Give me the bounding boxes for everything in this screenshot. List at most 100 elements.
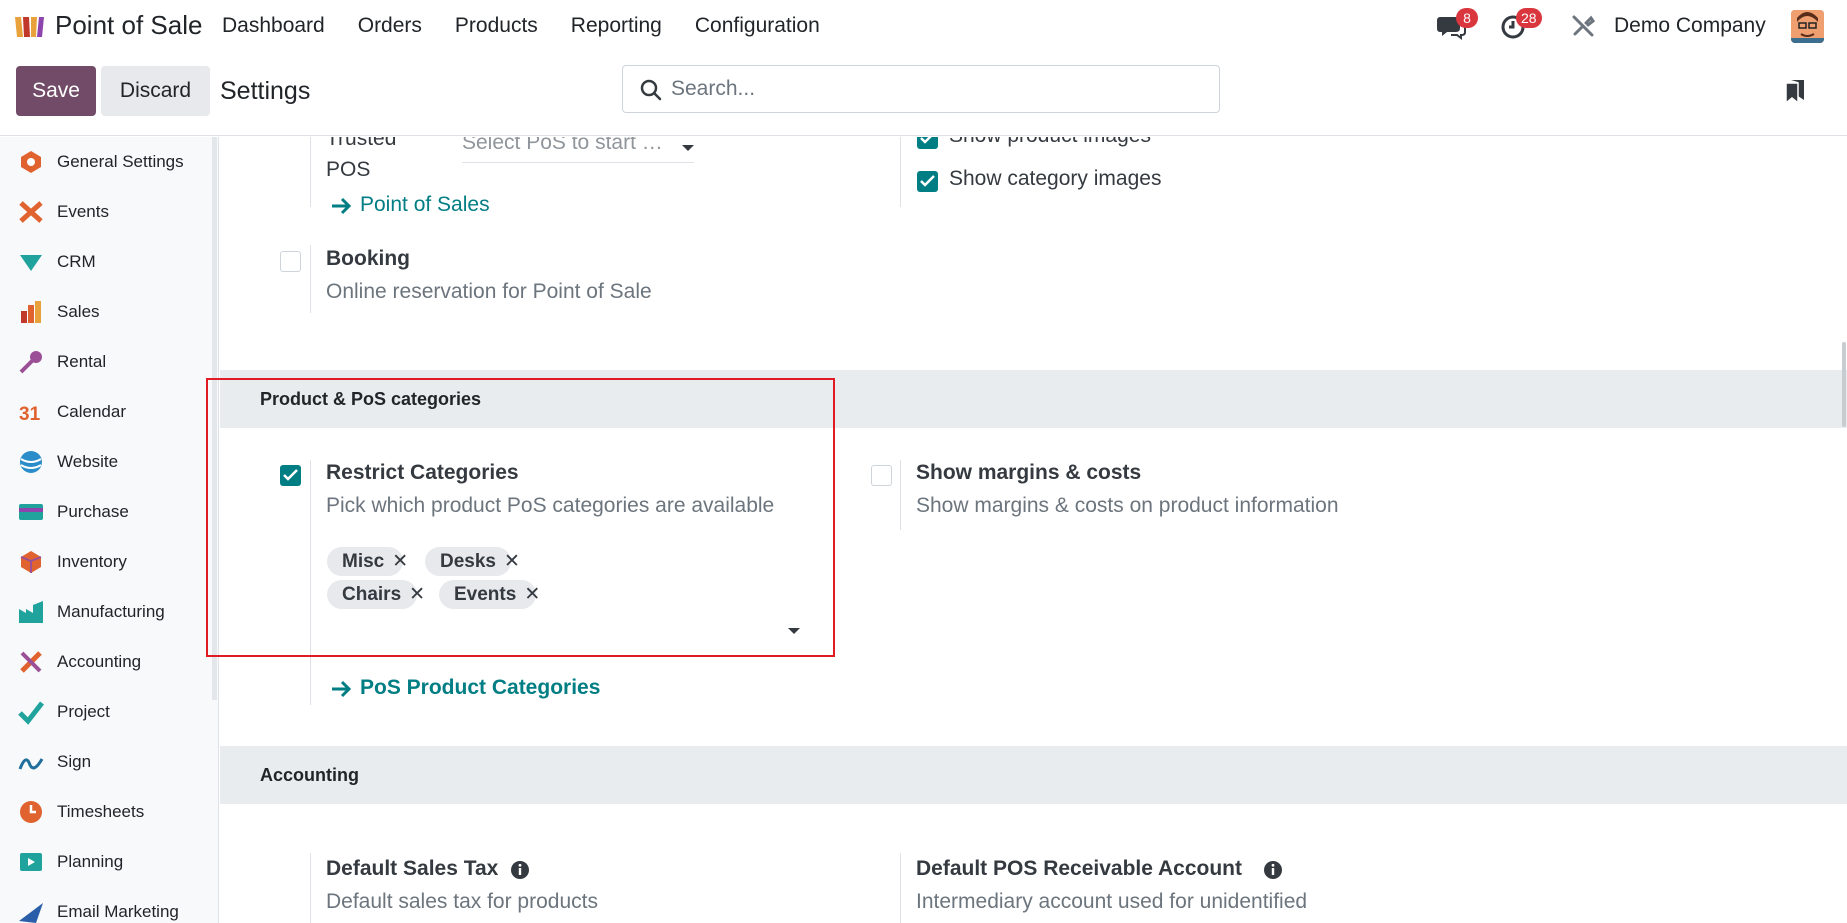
sidebar-item-planning[interactable]: Planning [0, 837, 210, 887]
sidebar-item-general-settings[interactable]: General Settings [0, 137, 210, 187]
purchase-icon [19, 504, 43, 520]
show-margins-description: Show margins & costs on product informat… [916, 494, 1339, 517]
search-input[interactable] [671, 74, 1201, 104]
remove-tag-icon[interactable]: ✕ [524, 583, 540, 606]
sidebar-item-website[interactable]: Website [0, 437, 210, 487]
remove-tag-icon[interactable]: ✕ [392, 550, 408, 573]
rental-icon [19, 351, 42, 374]
info-icon[interactable] [1263, 860, 1283, 880]
search-icon [640, 79, 662, 101]
sidebar-item-sales[interactable]: Sales [0, 287, 210, 337]
manufacturing-icon [19, 601, 43, 623]
sidebar-item-label: Purchase [57, 502, 129, 521]
company-switcher[interactable]: Demo Company [1614, 14, 1766, 38]
info-icon[interactable] [510, 860, 530, 880]
sidebar-item-sign[interactable]: Sign [0, 737, 210, 787]
arrow-right-icon [332, 680, 352, 698]
search-box[interactable] [622, 65, 1220, 113]
setting-divider [310, 245, 311, 313]
general-settings-icon [21, 151, 41, 173]
arrow-right-icon [332, 197, 352, 215]
restrict-categories-title: Restrict Categories [326, 461, 519, 484]
debug-tools-icon[interactable] [1571, 14, 1595, 38]
menu-products[interactable]: Products [455, 14, 538, 38]
booking-checkbox[interactable] [280, 251, 301, 272]
sign-icon [18, 758, 44, 770]
app-name[interactable]: Point of Sale [55, 10, 202, 41]
show-margins-checkbox[interactable] [871, 465, 892, 486]
top-navbar: Point of Sale Dashboard Orders Products … [0, 0, 1847, 52]
sidebar-item-label: Calendar [57, 402, 126, 421]
menu-dashboard[interactable]: Dashboard [222, 14, 325, 38]
section-header-accounting: Accounting [220, 746, 1847, 804]
sidebar-item-label: General Settings [57, 152, 184, 171]
sidebar-item-label: Website [57, 452, 119, 471]
sidebar-item-inventory[interactable]: Inventory [0, 537, 210, 587]
messages-badge: 8 [1456, 8, 1478, 28]
user-avatar[interactable] [1791, 10, 1824, 43]
page-title: Settings [220, 77, 311, 105]
sidebar-item-project[interactable]: Project [0, 687, 210, 737]
trusted-pos-select[interactable]: Select PoS to start … [462, 137, 694, 163]
section-header-categories: Product & PoS categories [220, 370, 1847, 428]
sidebar-item-label: Sales [57, 302, 100, 321]
website-icon [20, 451, 42, 473]
sidebar-item-manufacturing[interactable]: Manufacturing [0, 587, 210, 637]
category-tag-label: Events [454, 583, 517, 605]
sidebar-item-crm[interactable]: CRM [0, 237, 210, 287]
show-product-images-checkbox[interactable] [917, 137, 938, 149]
point-of-sales-link[interactable]: Point of Sales [360, 193, 490, 217]
category-tag: Misc ✕ [327, 547, 408, 576]
category-tag: Desks ✕ [425, 547, 520, 576]
menu-orders[interactable]: Orders [358, 14, 422, 38]
section-title-accounting: Accounting [260, 765, 359, 785]
timesheets-icon [20, 801, 42, 823]
sidebar-item-purchase[interactable]: Purchase [0, 487, 210, 537]
menu-configuration[interactable]: Configuration [695, 14, 820, 38]
activities-button[interactable]: 28 [1500, 0, 1550, 52]
settings-content: Trusted POS Select PoS to start … Point … [220, 137, 1847, 923]
control-panel: Save Discard Settings [0, 52, 1847, 136]
remove-tag-icon[interactable]: ✕ [409, 583, 425, 606]
sidebar-item-timesheets[interactable]: Timesheets [0, 787, 210, 837]
setting-divider [310, 853, 311, 923]
remove-tag-icon[interactable]: ✕ [504, 550, 520, 573]
calendar-icon: 31 [19, 404, 41, 425]
pos-product-categories-link[interactable]: PoS Product Categories [360, 676, 600, 700]
pos-app-icon[interactable] [13, 13, 45, 39]
category-tag-label: Chairs [342, 583, 402, 605]
bookmark-icon[interactable] [1784, 78, 1806, 104]
category-tag: Events ✕ [439, 580, 540, 609]
booking-description: Online reservation for Point of Sale [326, 280, 652, 303]
restrict-categories-checkbox[interactable] [280, 465, 301, 486]
messages-button[interactable]: 8 [1436, 0, 1478, 52]
content-scrollbar[interactable] [1842, 342, 1846, 427]
booking-title: Booking [326, 247, 410, 270]
restrict-categories-description: Pick which product PoS categories are av… [326, 494, 775, 517]
sidebar-scrollbar[interactable] [212, 137, 217, 700]
save-button[interactable]: Save [16, 66, 96, 116]
discard-button[interactable]: Discard [101, 66, 210, 116]
default-sales-tax-description: Default sales tax for products [326, 890, 598, 913]
sidebar-item-label: Manufacturing [57, 602, 165, 621]
sidebar-item-label: Planning [57, 852, 124, 871]
sidebar-item-accounting[interactable]: Accounting [0, 637, 210, 687]
sidebar-item-label: Project [57, 702, 110, 721]
sidebar-item-email-marketing[interactable]: Email Marketing [0, 887, 210, 923]
setting-divider [900, 853, 901, 923]
show-category-images-checkbox[interactable] [917, 171, 938, 192]
sidebar-item-label: CRM [57, 252, 96, 271]
sidebar-item-calendar[interactable]: 31 Calendar [0, 387, 210, 437]
sidebar-item-label: Accounting [57, 652, 142, 671]
sidebar-item-events[interactable]: Events [0, 187, 210, 237]
show-category-images-label[interactable]: Show category images [949, 167, 1161, 191]
sidebar-item-rental[interactable]: Rental [0, 337, 210, 387]
menu-reporting[interactable]: Reporting [571, 14, 662, 38]
show-product-images-label[interactable]: Show product images [949, 137, 1151, 148]
show-margins-title: Show margins & costs [916, 461, 1142, 484]
sidebar-item-label: Sign [57, 752, 92, 771]
category-tags-input[interactable] [327, 615, 807, 645]
sidebar-item-label: Timesheets [57, 802, 145, 821]
email-marketing-icon [19, 903, 43, 923]
planning-icon [20, 853, 42, 871]
